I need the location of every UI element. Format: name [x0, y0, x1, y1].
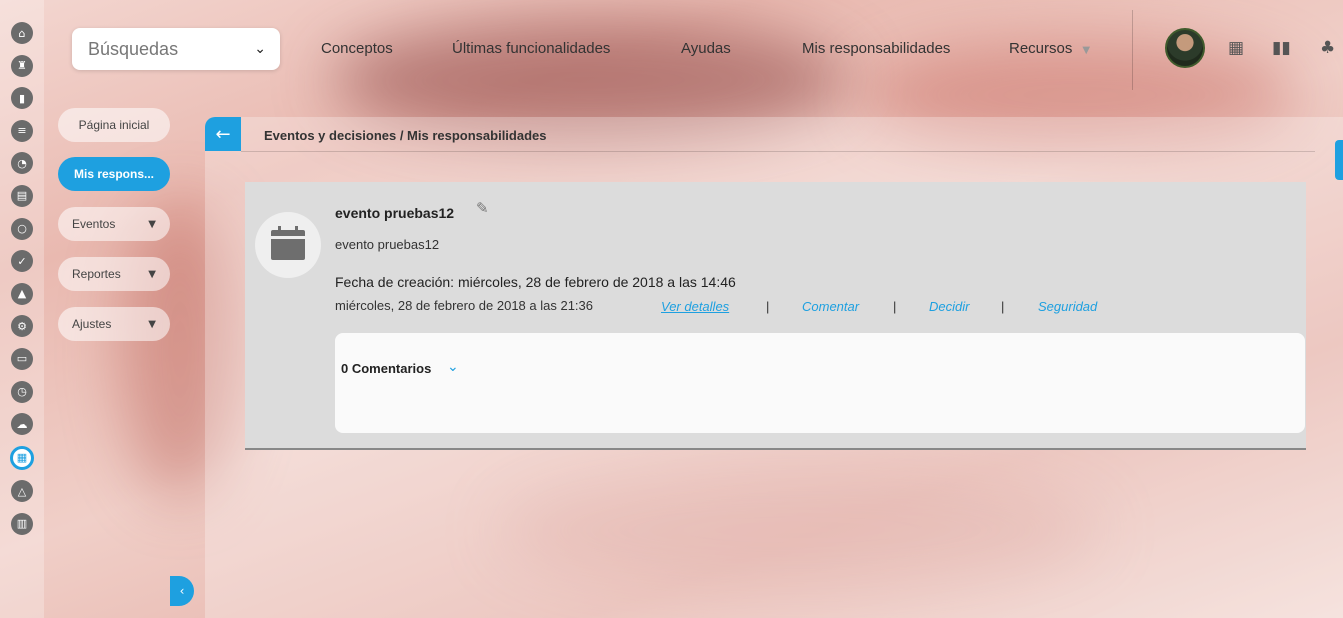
calendar-ring — [278, 226, 281, 234]
comentar-link[interactable]: Comentar — [802, 299, 859, 314]
home-icon[interactable]: ⌂ — [11, 22, 33, 44]
nav-mis-responsabilidades[interactable]: Mis responsabilidades — [802, 40, 950, 57]
separator: | — [766, 299, 770, 314]
comments-toggle-label[interactable]: 0 Comentarios — [341, 361, 431, 376]
pencil-icon[interactable]: ✎ — [476, 199, 489, 217]
nav-recursos-label: Recursos — [1009, 40, 1073, 57]
caret-down-icon: ▼ — [148, 318, 156, 330]
bar-chart-icon[interactable]: ▮ — [11, 87, 33, 110]
separator: | — [1001, 299, 1005, 314]
ver-detalles-link[interactable]: Ver detalles — [661, 299, 729, 314]
search-select-label: Búsquedas — [88, 38, 179, 59]
gears-icon[interactable]: ⚙ — [11, 315, 33, 338]
bell-icon[interactable]: ♣ — [1320, 38, 1335, 58]
side-ajustes-label: Ajustes — [72, 317, 112, 331]
side-home[interactable]: Página inicial — [58, 108, 170, 142]
divider — [1132, 10, 1133, 90]
cycle-icon[interactable]: ○ — [11, 217, 33, 240]
module-rail: ⌂ ♜ ▮ ≡ ◔ ▤ ○ ✓ ▲ ⚙ ▭ ◷ ☁ ▦ △ ▥ — [0, 0, 44, 618]
event-title: evento pruebas12 — [335, 205, 455, 221]
calendar-ring — [295, 226, 298, 234]
side-active-label: Mis respons... — [73, 167, 155, 181]
arrow-left-icon: ← — [215, 123, 231, 145]
calendar-icon — [271, 226, 305, 260]
side-home-label: Página inicial — [78, 118, 150, 132]
side-reportes[interactable]: Reportes ▼ — [58, 257, 170, 291]
breadcrumb: Eventos y decisiones / Mis responsabilid… — [264, 128, 547, 143]
nav-recursos[interactable]: Recursos ▼ — [1009, 40, 1090, 57]
caret-down-icon: ▼ — [148, 218, 156, 230]
calendar-icon[interactable]: ▦ — [10, 445, 34, 470]
collapse-sidebar-button[interactable]: ‹ — [170, 576, 194, 606]
cloud-icon[interactable]: ☁ — [11, 413, 33, 436]
check-icon[interactable]: ✓ — [11, 250, 33, 273]
event-created-date: Fecha de creación: miércoles, 28 de febr… — [335, 274, 736, 290]
event-description: evento pruebas12 — [335, 237, 440, 252]
pie-chart-icon[interactable]: ◔ — [11, 152, 33, 175]
divider — [241, 151, 1315, 152]
calendar-icon[interactable]: ▦ — [1228, 38, 1244, 58]
comments-panel: 0 Comentarios ⌄ — [335, 333, 1305, 433]
chevron-left-icon: ‹ — [179, 584, 185, 598]
event-date: miércoles, 28 de febrero de 2018 a las 2… — [335, 298, 594, 313]
filter-icon[interactable]: ≡ — [11, 119, 33, 142]
server-icon[interactable]: ▥ — [11, 512, 33, 535]
side-mis-responsabilidades[interactable]: Mis respons... — [58, 157, 170, 191]
chevron-down-icon[interactable]: ⌄ — [254, 41, 266, 57]
back-button[interactable]: ← — [205, 117, 241, 151]
caret-down-icon: ▼ — [148, 268, 156, 280]
seguridad-link[interactable]: Seguridad — [1038, 299, 1097, 314]
nav-ayudas[interactable]: Ayudas — [681, 40, 731, 57]
document-icon[interactable]: ▤ — [11, 184, 33, 207]
scrollbar[interactable] — [1335, 140, 1343, 180]
event-avatar — [255, 212, 321, 278]
search-select[interactable]: Búsquedas ⌄ — [72, 28, 280, 70]
side-reportes-label: Reportes — [72, 267, 121, 281]
chess-icon[interactable]: ♜ — [11, 54, 33, 77]
triangle-network-icon[interactable]: △ — [11, 480, 33, 503]
presentation-icon[interactable]: ▭ — [11, 347, 33, 370]
chevron-down-icon[interactable]: ⌄ — [447, 359, 459, 375]
separator: | — [893, 299, 897, 314]
decidir-link[interactable]: Decidir — [929, 299, 969, 314]
nav-conceptos[interactable]: Conceptos — [321, 40, 393, 57]
caret-down-icon: ▼ — [1082, 45, 1091, 56]
user-avatar[interactable] — [1165, 28, 1205, 68]
side-eventos-label: Eventos — [72, 217, 116, 231]
books-icon[interactable]: ▮▮ — [1272, 38, 1291, 58]
side-eventos[interactable]: Eventos ▼ — [58, 207, 170, 241]
warning-icon[interactable]: ▲ — [11, 282, 33, 305]
side-ajustes[interactable]: Ajustes ▼ — [58, 307, 170, 341]
nav-ultimas-funcionalidades[interactable]: Últimas funcionalidades — [452, 40, 610, 57]
clock-icon[interactable]: ◷ — [11, 380, 33, 403]
